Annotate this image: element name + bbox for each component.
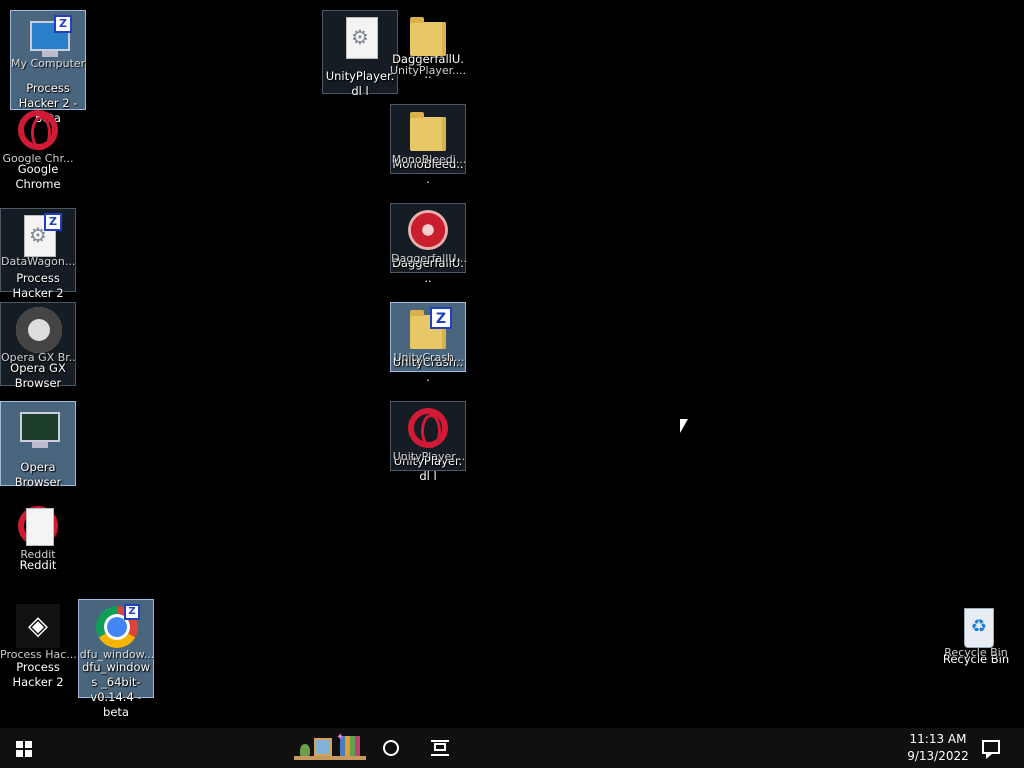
task-manager-icon <box>14 406 62 454</box>
opera-icon <box>404 406 452 454</box>
daggerfall-icon <box>404 208 452 256</box>
ghost-label: dfu_window... <box>79 648 155 661</box>
ghost-label: Opera GX Br... <box>1 351 77 364</box>
icon-label: UnityPlayer.dl l <box>325 69 395 98</box>
chrome-icon: Z <box>92 604 140 652</box>
action-center-icon[interactable] <box>982 740 1000 759</box>
desktop-icon-process-hacker-unity[interactable]: ◈ Process Hac... Process Hacker 2 <box>0 598 76 689</box>
desktop-icon-monobleed[interactable]: MonoBleedi... MonoBleed... <box>390 104 467 186</box>
ghost-label: MonoBleedi... <box>391 153 467 166</box>
icon-label: Opera Browser <box>14 460 62 489</box>
icon-label: Opera GX Browser <box>10 361 66 390</box>
desktop-icon-opera-browser[interactable]: Opera Browser <box>0 401 76 489</box>
spider-icon <box>14 307 62 355</box>
folder-icon <box>404 14 452 62</box>
desktop-icon-recycle-bin[interactable]: ♻ Recycle Bin Recycle Bin <box>938 600 1014 670</box>
desktop-icon-opera-gx[interactable]: Opera GX Br... Opera GX Browser <box>0 302 77 390</box>
ghost-label: UnityCrash... <box>393 351 465 364</box>
recycle-bin-icon: ♻ <box>952 604 1000 652</box>
ghost-label: UnityPlayer... <box>392 450 466 463</box>
dll-file-icon: ⚙ <box>336 15 384 63</box>
desktop-icon-unityplayer-dll[interactable]: ⚙ UnityPlayer.dl l <box>322 10 398 98</box>
cortana-circle-icon[interactable] <box>383 740 399 756</box>
desktop-icon-unitycrash[interactable]: Z UnityCrash... UnityCrash... <box>390 302 466 384</box>
desktop-icon-google-chrome[interactable]: Google Chr... Google Chrome <box>0 104 76 191</box>
ghost-label: UnityPlayer.... <box>390 64 466 77</box>
opera-icon <box>14 108 62 156</box>
reddit-icon <box>14 504 62 552</box>
icon-label: Process Hacker 2 <box>12 271 64 300</box>
ghost-label: Google Chr... <box>2 152 74 165</box>
windows-logo-icon <box>16 741 32 757</box>
desktop-icon-process-hacker[interactable]: ⚙Z DataWagon... d... Process Hacker 2 <box>0 208 77 300</box>
mouse-cursor-icon <box>680 419 688 433</box>
icon-label: Google Chrome <box>15 162 61 191</box>
ghost-label: DaggerfallU... <box>391 252 467 265</box>
unity-icon: ◈ <box>14 602 62 650</box>
start-button[interactable] <box>0 728 48 768</box>
desktop-icon-daggerfall-folder[interactable]: UnityPlayer.... DaggerfallU... <box>390 10 466 81</box>
icon-label: Process Hacker 2 <box>12 660 64 689</box>
desktop-icon-process-hacker-beta[interactable]: Z My Computer / UnityPlayer.d Process Ha… <box>10 10 87 125</box>
ghost-label: Reddit <box>20 548 56 561</box>
taskbar: ✦ 11:13 AM 9/13/2022 <box>0 728 1024 768</box>
icon-label: dfu_windows _64bit-v0.14.4 -beta <box>81 660 151 719</box>
clock-date: 9/13/2022 <box>907 749 969 763</box>
folder-icon <box>404 109 452 157</box>
desktop-icon-dfu-windows[interactable]: Z dfu_window... dfu_windows _64bit-v0.14… <box>78 599 155 719</box>
zip-folder-icon: Z <box>404 307 452 355</box>
ghost-label: My Computer / UnityPlayer.d <box>11 57 87 70</box>
ghost-label: DataWagon... d... <box>1 255 77 268</box>
task-view-icon[interactable] <box>431 740 449 756</box>
gear-file-icon: ⚙ Z <box>14 213 62 261</box>
desktop-icon-unityplayer-opera[interactable]: UnityPlayer... UnityPlayer.dl l <box>390 401 466 483</box>
desktop-icon-reddit[interactable]: Reddit Reddit <box>0 500 76 572</box>
clock-time: 11:13 AM <box>909 732 967 746</box>
ghost-label: Recycle Bin <box>944 646 1008 659</box>
ghost-label: Process Hac... <box>0 648 76 661</box>
desktop-icon-daggerfall-exe[interactable]: DaggerfallU... DaggerfallU... <box>390 203 467 285</box>
system-clock[interactable]: 11:13 AM 9/13/2022 <box>896 731 980 765</box>
taskbar-bookshelf-widget[interactable]: ✦ <box>292 732 368 764</box>
computer-icon: Z <box>24 15 72 63</box>
desktop: Z My Computer / UnityPlayer.d Process Ha… <box>0 0 1024 728</box>
